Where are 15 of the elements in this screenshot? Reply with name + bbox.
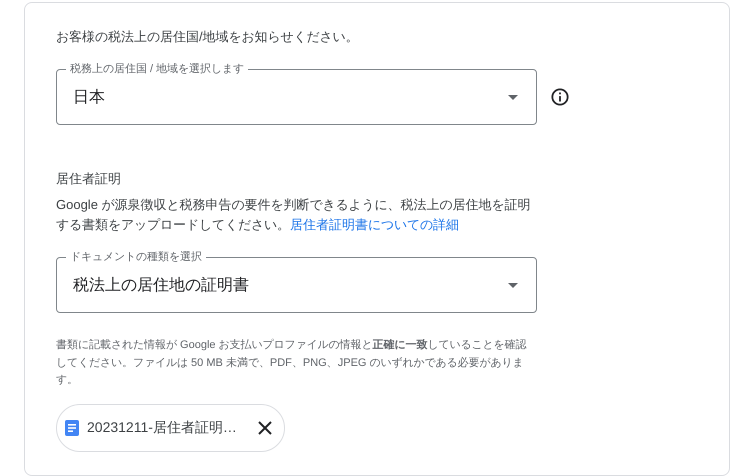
- info-icon[interactable]: [551, 88, 569, 106]
- close-icon[interactable]: [258, 420, 272, 434]
- description-text: Google が源泉徴収と税務申告の要件を判断できるように、税法上の居住地を証明する書類をアップロードしてください。居住者証明書についての詳細: [56, 196, 531, 234]
- selected-value: 税法上の居住地の証明書: [73, 276, 249, 296]
- field-label: ドキュメントの種類を選択: [66, 250, 206, 264]
- section-heading: 居住者証明: [56, 170, 122, 188]
- intro-text: お客様の税法上の居住国/地域をお知らせください。: [56, 28, 360, 46]
- field-label: 税務上の居住国 / 地域を選択します: [66, 62, 248, 76]
- details-link[interactable]: 居住者証明書についての詳細: [290, 217, 459, 232]
- dropdown-caret-icon: [508, 282, 518, 288]
- selected-value: 日本: [73, 88, 105, 108]
- document-icon: [65, 420, 79, 436]
- dropdown-caret-icon: [508, 94, 518, 100]
- file-name: 20231211-居住者証明…: [87, 418, 238, 436]
- requirements-note: 書類に記載された情報が Google お支払いプロファイルの情報と正確に一致していることを確認してください。ファイルは 50 MB 未満で、PDF、PNG、JPEG のいずれかである必要があります。: [56, 338, 528, 388]
